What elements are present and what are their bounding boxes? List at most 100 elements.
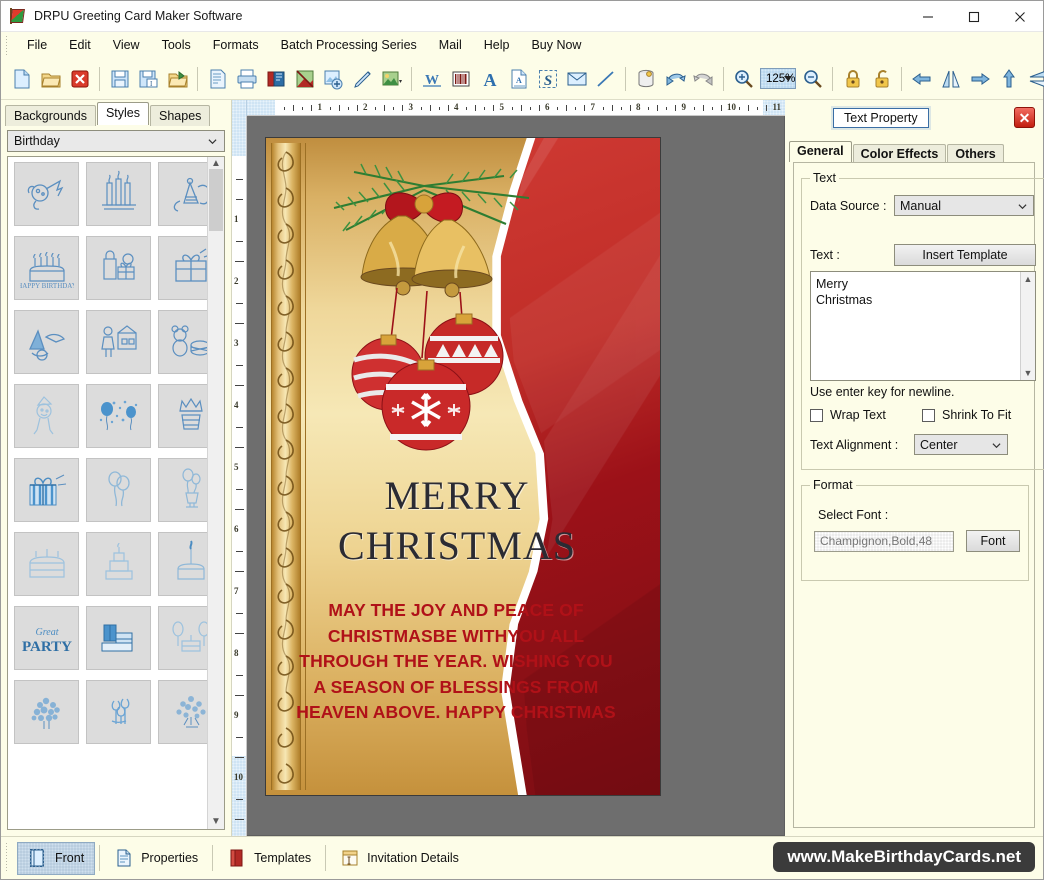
- style-list-scrollbar[interactable]: ▲ ▼: [207, 157, 224, 829]
- menu-tools[interactable]: Tools: [151, 35, 202, 55]
- line-icon[interactable]: [591, 63, 620, 95]
- card-body-text[interactable]: MAY THE JOY AND PEACE OF CHRISTMASBE WIT…: [296, 598, 616, 726]
- style-thumb-balloons-confetti[interactable]: [86, 384, 151, 448]
- redo-icon[interactable]: [689, 63, 718, 95]
- unlock-icon[interactable]: [867, 63, 896, 95]
- style-thumb-happy-birthday-cake[interactable]: HAPPY BIRTHDAY: [14, 236, 79, 300]
- envelope-icon[interactable]: [562, 63, 591, 95]
- font-value-field[interactable]: Champignon,Bold,48: [814, 530, 954, 552]
- style-thumb-great-party-text[interactable]: Great PARTY: [14, 606, 79, 670]
- style-thumb-tulip-bouquet[interactable]: [86, 680, 151, 744]
- style-thumb-girl-with-dollhouse[interactable]: [86, 310, 151, 374]
- style-thumb-striped-gift-box[interactable]: [14, 458, 79, 522]
- menu-edit[interactable]: Edit: [58, 35, 102, 55]
- style-thumb-birthday-candles[interactable]: [86, 162, 151, 226]
- picture-shape-icon[interactable]: [377, 63, 406, 95]
- tab-color-effects[interactable]: Color Effects: [852, 144, 947, 163]
- style-thumb-toy-boat-plane[interactable]: [14, 310, 79, 374]
- insert-template-button[interactable]: Insert Template: [894, 244, 1036, 266]
- tab-general[interactable]: General: [789, 141, 852, 162]
- style-thumb-teddy-bear-drum[interactable]: [158, 310, 207, 374]
- style-thumb-gift-bag-presents[interactable]: [86, 236, 151, 300]
- text-area-scrollbar[interactable]: ▲ ▼: [1020, 272, 1035, 380]
- zoom-in-icon[interactable]: [729, 63, 758, 95]
- menu-mail[interactable]: Mail: [428, 35, 473, 55]
- minimize-button[interactable]: [905, 1, 951, 32]
- font-button[interactable]: Font: [966, 530, 1020, 552]
- shrink-to-fit-checkbox[interactable]: [922, 408, 935, 422]
- style-thumb-two-balloons[interactable]: [86, 458, 151, 522]
- scrollbar-track[interactable]: [208, 169, 224, 817]
- scroll-up-arrow-icon[interactable]: ▲: [1024, 274, 1033, 284]
- barcode-icon[interactable]: [446, 63, 475, 95]
- tab-shapes[interactable]: Shapes: [150, 105, 211, 126]
- style-category-combobox[interactable]: Birthday: [7, 130, 225, 152]
- page-setup-icon[interactable]: [203, 63, 232, 95]
- christmas-artwork[interactable]: [294, 146, 554, 466]
- menu-formats[interactable]: Formats: [202, 35, 270, 55]
- print-icon[interactable]: [232, 63, 261, 95]
- tab-others[interactable]: Others: [947, 144, 1004, 163]
- save-as-icon[interactable]: I: [134, 63, 163, 95]
- new-document-icon[interactable]: [7, 63, 36, 95]
- database-icon[interactable]: [631, 63, 660, 95]
- align-top-icon[interactable]: [994, 63, 1023, 95]
- statusbar-item-invitation-details[interactable]: Invitation Details: [330, 842, 469, 875]
- statusbar-item-properties[interactable]: Properties: [104, 842, 208, 875]
- style-thumb-candle-cake[interactable]: [158, 532, 207, 596]
- scroll-down-arrow-icon[interactable]: ▼: [1024, 368, 1033, 378]
- text-input-area[interactable]: Merry Christmas ▲ ▼: [810, 271, 1036, 381]
- style-thumb-tiered-cake[interactable]: [86, 532, 151, 596]
- vertical-ruler[interactable]: 1 2 3 4 5 6 7 8 9 10: [232, 116, 247, 836]
- watermark-icon[interactable]: W: [417, 63, 446, 95]
- close-button[interactable]: [997, 1, 1043, 32]
- style-thumb-wrapped-gift[interactable]: [158, 236, 207, 300]
- style-thumb-party-blower[interactable]: [14, 162, 79, 226]
- menubar-grip[interactable]: [4, 34, 13, 55]
- wrap-text-checkbox[interactable]: [810, 408, 823, 422]
- menu-file[interactable]: File: [16, 35, 58, 55]
- horizontal-ruler[interactable]: 1 2 3 4 5 6 7 8 9 10 11: [247, 100, 785, 116]
- text-box-icon[interactable]: A: [504, 63, 533, 95]
- style-thumb-flower-bunch[interactable]: [14, 680, 79, 744]
- align-center-horizontal-icon[interactable]: [936, 63, 965, 95]
- design-canvas[interactable]: MERRY CHRISTMAS MAY THE JOY AND PEACE OF…: [247, 116, 785, 836]
- maximize-button[interactable]: [951, 1, 997, 32]
- print-preview-icon[interactable]: [261, 63, 290, 95]
- text-input-value[interactable]: Merry Christmas: [811, 272, 1020, 380]
- style-thumb-layer-cake[interactable]: [14, 532, 79, 596]
- menu-help[interactable]: Help: [473, 35, 521, 55]
- style-thumb-party-hat-streamers[interactable]: [158, 162, 207, 226]
- card-heading-line2[interactable]: CHRISTMAS: [292, 522, 622, 569]
- align-center-vertical-icon[interactable]: [1023, 63, 1044, 95]
- statusbar-item-templates[interactable]: Templates: [217, 842, 321, 875]
- align-right-icon[interactable]: [965, 63, 994, 95]
- statusbar-grip[interactable]: [4, 843, 13, 873]
- scroll-up-arrow-icon[interactable]: ▲: [211, 159, 221, 169]
- close-panel-button[interactable]: ✕: [1014, 107, 1035, 128]
- statusbar-item-front[interactable]: Front: [17, 841, 96, 875]
- text-alignment-combobox[interactable]: Center: [914, 434, 1008, 455]
- insert-image-icon[interactable]: [319, 63, 348, 95]
- website-url-badge[interactable]: www.MakeBirthdayCards.net: [773, 842, 1035, 872]
- menu-buy-now[interactable]: Buy Now: [520, 35, 592, 55]
- card-design-icon[interactable]: [290, 63, 319, 95]
- zoom-level-combobox[interactable]: 125%: [760, 68, 797, 89]
- undo-icon[interactable]: [660, 63, 689, 95]
- close-document-icon[interactable]: [65, 63, 94, 95]
- style-thumb-balloon-bouquet[interactable]: [158, 458, 207, 522]
- signature-icon[interactable]: S: [533, 63, 562, 95]
- card-heading-line1[interactable]: MERRY: [292, 472, 622, 519]
- zoom-out-icon[interactable]: [798, 63, 827, 95]
- open-folder-icon[interactable]: [36, 63, 65, 95]
- menu-view[interactable]: View: [102, 35, 151, 55]
- scroll-down-arrow-icon[interactable]: ▼: [211, 817, 221, 827]
- greeting-card[interactable]: MERRY CHRISTMAS MAY THE JOY AND PEACE OF…: [266, 138, 660, 795]
- open-recent-icon[interactable]: [163, 63, 192, 95]
- tab-styles[interactable]: Styles: [96, 102, 150, 125]
- lock-icon[interactable]: [838, 63, 867, 95]
- data-source-combobox[interactable]: Manual: [894, 195, 1034, 216]
- style-thumb-birthday-crown-cake[interactable]: [158, 384, 207, 448]
- scrollbar-thumb[interactable]: [209, 169, 223, 231]
- text-icon[interactable]: A: [475, 63, 504, 95]
